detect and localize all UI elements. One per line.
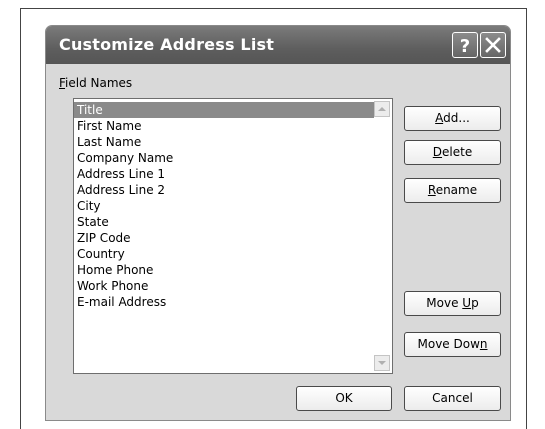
list-item[interactable]: First Name xyxy=(74,118,374,134)
cancel-button[interactable]: Cancel xyxy=(404,386,501,411)
list-item[interactable]: Title xyxy=(74,102,374,118)
move-down-button[interactable]: Move Down xyxy=(404,332,501,357)
scroll-up-arrow-icon xyxy=(378,107,386,111)
title-bar[interactable]: Customize Address List ? xyxy=(46,26,510,64)
scroll-down-button[interactable] xyxy=(374,355,390,371)
list-item[interactable]: Country xyxy=(74,246,374,262)
customize-address-list-dialog: Customize Address List ? Field Names Tit… xyxy=(45,25,511,421)
list-item[interactable]: State xyxy=(74,214,374,230)
list-item[interactable]: Home Phone xyxy=(74,262,374,278)
rename-button[interactable]: Rename xyxy=(404,178,501,203)
scroll-down-arrow-icon xyxy=(378,361,386,365)
list-item[interactable]: City xyxy=(74,198,374,214)
ok-button[interactable]: OK xyxy=(296,386,392,411)
help-button[interactable]: ? xyxy=(452,32,478,58)
field-names-listbox[interactable]: Title First Name Last Name Company Name Addr… xyxy=(73,98,393,374)
list-item[interactable]: ZIP Code xyxy=(74,230,374,246)
list-item[interactable]: E-mail Address xyxy=(74,294,374,310)
list-item[interactable]: Address Line 1 xyxy=(74,166,374,182)
move-up-button[interactable]: Move Up xyxy=(404,291,501,316)
close-button[interactable] xyxy=(480,32,506,58)
help-icon: ? xyxy=(460,36,470,57)
add-button[interactable]: Add... xyxy=(404,106,501,131)
list-item[interactable]: Work Phone xyxy=(74,278,374,294)
svg-text:?: ? xyxy=(460,36,470,57)
delete-button[interactable]: Delete xyxy=(404,140,501,165)
field-names-label: Field Names xyxy=(59,76,133,90)
list-item[interactable]: Company Name xyxy=(74,150,374,166)
scroll-up-button[interactable] xyxy=(374,101,390,117)
close-icon xyxy=(485,37,501,53)
dialog-title: Customize Address List xyxy=(59,35,275,54)
list-item[interactable]: Last Name xyxy=(74,134,374,150)
list-item[interactable]: Address Line 2 xyxy=(74,182,374,198)
field-names-list: Title First Name Last Name Company Name Addr… xyxy=(74,102,374,310)
